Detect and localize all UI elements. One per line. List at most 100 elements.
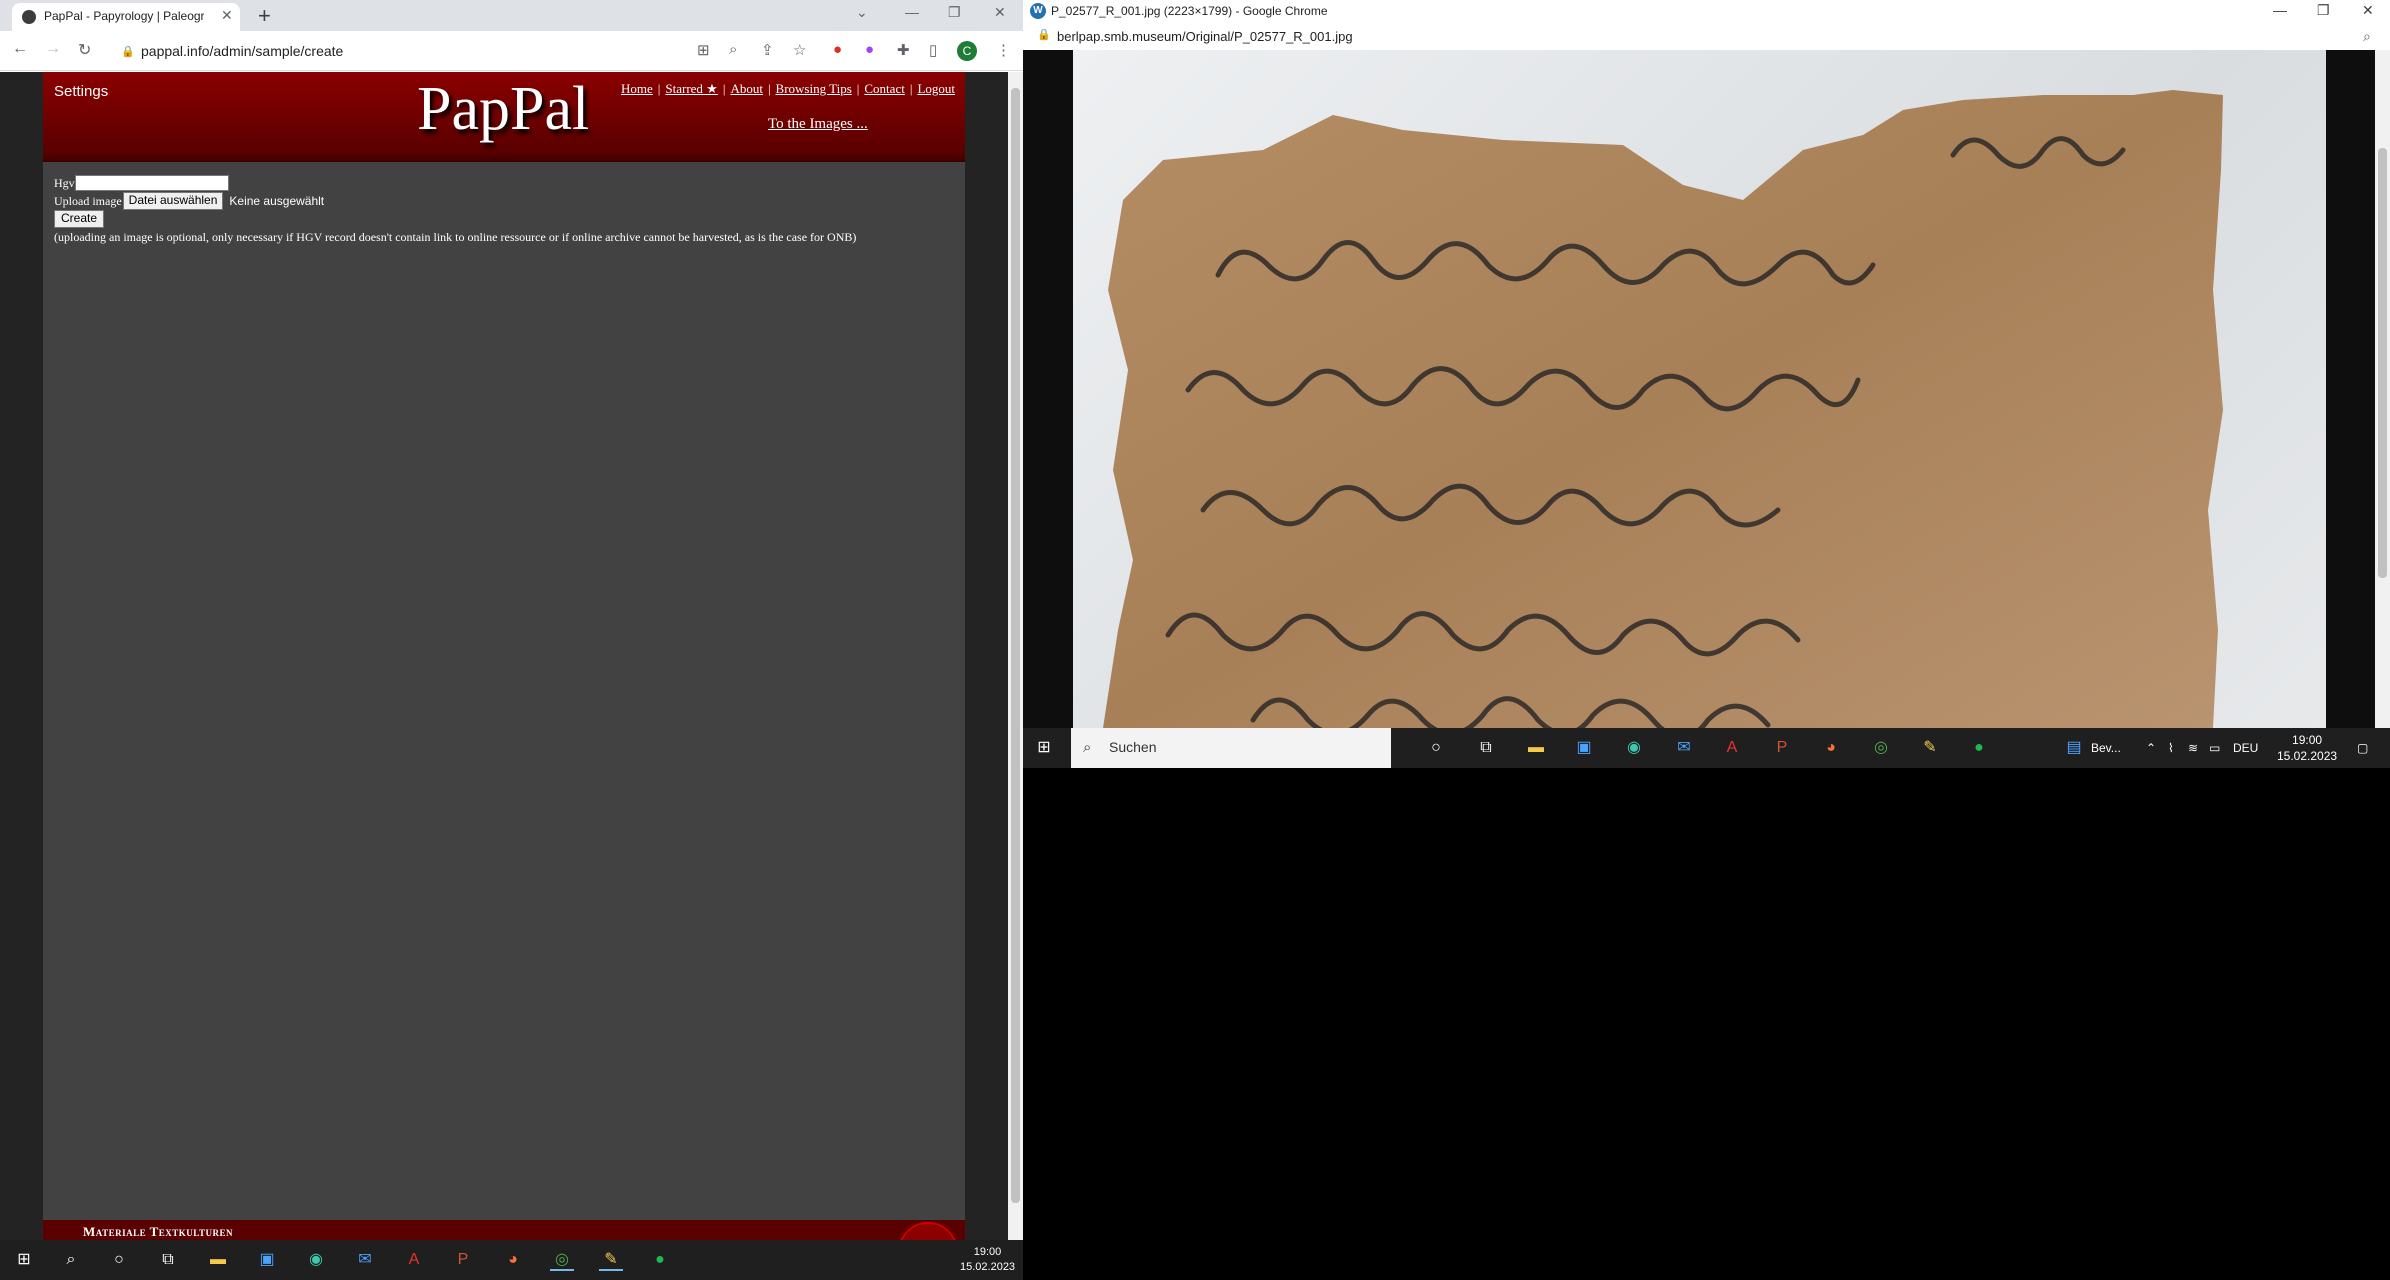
notification-icon[interactable]: ▢ — [2357, 741, 2368, 755]
spotify-icon[interactable]: ● — [648, 1249, 672, 1271]
settings-link[interactable]: Settings — [54, 83, 108, 100]
to-images-link[interactable]: To the Images ... — [768, 116, 868, 133]
minimize-icon[interactable]: — — [905, 4, 919, 20]
translate-icon[interactable]: ⊞ — [697, 41, 710, 59]
scrollbar-thumb[interactable] — [1011, 88, 1020, 1203]
nav-separator: | — [767, 81, 771, 96]
cortana-icon[interactable]: ○ — [1425, 737, 1447, 759]
tab-search-icon[interactable]: ⌄ — [856, 4, 868, 21]
task-view-icon[interactable]: ⧉ — [156, 1249, 180, 1271]
acrobat-icon[interactable]: A — [1721, 737, 1743, 759]
nav-separator: | — [722, 81, 726, 96]
nav-separator: | — [909, 81, 913, 96]
tab-title: PapPal - Papyrology | Paleograph — [44, 9, 204, 23]
extensions-puzzle-icon[interactable]: ✚ — [897, 41, 910, 59]
hgv-input[interactable] — [74, 175, 229, 191]
page-scrollbar[interactable] — [1008, 72, 1023, 1240]
tab-pappal[interactable]: PapPal - Papyrology | Paleograph ✕ — [12, 3, 240, 31]
embedded-taskbar: ⊞ ⌕ Suchen ○ ⧉ ▬ ▣ ◉ ✉ A P ◕ ◎ ✎ ● ▤ Bev… — [1023, 728, 2390, 768]
windows-start-icon[interactable]: ⊞ — [1033, 737, 1055, 759]
nav-about[interactable]: About — [730, 81, 763, 96]
file-explorer-icon[interactable]: ▬ — [206, 1249, 230, 1271]
forward-icon[interactable]: → — [45, 40, 61, 58]
pinned-app-label[interactable]: Bev... — [2091, 741, 2121, 755]
pappal-logo[interactable]: PapPal — [417, 74, 589, 145]
mail-icon[interactable]: ✉ — [353, 1249, 377, 1271]
document-icon[interactable]: ▤ — [2063, 737, 2085, 759]
page-viewport: Settings PapPal Home | Starred ★ | About | Bro… — [0, 72, 1008, 1240]
share-icon[interactable]: ⇪ — [761, 41, 774, 59]
nav-home[interactable]: Home — [621, 81, 653, 96]
store-icon[interactable]: ▣ — [255, 1249, 279, 1271]
footer-badge-icon — [898, 1222, 958, 1240]
menu-kebab-icon[interactable]: ⋮ — [996, 41, 1011, 59]
restore-icon[interactable]: ❐ — [948, 4, 961, 21]
mail-icon[interactable]: ✉ — [1673, 737, 1695, 759]
tray-chevron-icon[interactable]: ⌃ — [2146, 741, 2156, 755]
lock-icon[interactable]: 🔒 — [1037, 28, 1051, 41]
left-browser-window: PapPal - Papyrology | Paleograph ✕ + ⌄ —… — [0, 0, 1023, 1240]
file-explorer-icon[interactable]: ▬ — [1525, 737, 1547, 759]
restore-icon[interactable]: ❐ — [2317, 2, 2330, 19]
edge-icon[interactable]: ◉ — [1623, 737, 1645, 759]
close-tab-icon[interactable]: ✕ — [221, 7, 233, 24]
minimize-icon[interactable]: — — [2273, 2, 2287, 18]
cortana-icon[interactable]: ○ — [107, 1249, 131, 1271]
wifi-icon[interactable]: ≋ — [2188, 741, 2198, 755]
notes-icon[interactable]: ✎ — [599, 1249, 623, 1271]
windows-start-icon[interactable]: ⊞ — [12, 1249, 36, 1271]
sidebar-icon[interactable]: ▯ — [929, 41, 937, 59]
wordpress-favicon-icon: W — [1030, 3, 1046, 19]
reload-icon[interactable]: ↻ — [78, 40, 91, 60]
zoom-icon[interactable]: ⌕ — [729, 41, 737, 58]
zoom-icon[interactable]: ⌕ — [2363, 28, 2371, 45]
image-scrollbar[interactable] — [2375, 50, 2390, 728]
notes-icon[interactable]: ✎ — [1919, 737, 1941, 759]
taskbar-search[interactable]: ⌕ Suchen — [1071, 728, 1391, 768]
lock-icon[interactable]: 🔒 — [121, 45, 135, 58]
upload-note: (uploading an image is optional, only ne… — [54, 230, 857, 244]
spotify-icon[interactable]: ● — [1968, 737, 1990, 759]
extension-purple-icon[interactable]: ● — [865, 41, 874, 58]
powerpoint-icon[interactable]: P — [451, 1249, 475, 1271]
chrome-icon[interactable]: ◎ — [550, 1249, 574, 1271]
nav-logout[interactable]: Logout — [917, 81, 955, 96]
tab-strip: PapPal - Papyrology | Paleograph ✕ + ⌄ —… — [0, 0, 1023, 31]
close-window-icon[interactable]: ✕ — [994, 4, 1006, 21]
nav-contact[interactable]: Contact — [864, 81, 904, 96]
back-icon[interactable]: ← — [12, 40, 28, 58]
extension-red-icon[interactable]: ● — [833, 41, 842, 58]
language-indicator[interactable]: DEU — [2233, 741, 2258, 755]
papyrus-image[interactable] — [1103, 90, 2233, 728]
firefox-icon[interactable]: ◕ — [1820, 737, 1842, 759]
taskbar-clock[interactable]: 19:00 15.02.2023 — [960, 1245, 1015, 1275]
edge-icon[interactable]: ◉ — [304, 1249, 328, 1271]
profile-avatar[interactable]: C — [957, 41, 977, 61]
main-nav: Home | Starred ★ | About | Browsing Tips | Conta… — [621, 81, 955, 97]
acrobat-icon[interactable]: A — [402, 1249, 426, 1271]
search-placeholder: Suchen — [1109, 739, 1157, 755]
network-icon[interactable]: ⌇ — [2168, 741, 2174, 755]
firefox-icon[interactable]: ◕ — [501, 1249, 525, 1271]
image-url[interactable]: berlpap.smb.museum/Original/P_02577_R_00… — [1057, 29, 1353, 44]
nav-separator: | — [657, 81, 661, 96]
task-view-icon[interactable]: ⧉ — [1475, 737, 1497, 759]
hgv-label: Hgv — [54, 175, 75, 190]
new-tab-icon[interactable]: + — [258, 3, 271, 29]
battery-icon[interactable]: ▭ — [2209, 741, 2220, 755]
scrollbar-thumb[interactable] — [2378, 148, 2387, 578]
window-titlebar: W P_02577_R_001.jpg (2223×1799) - Google… — [1023, 0, 2390, 24]
create-button[interactable]: Create — [54, 210, 105, 228]
taskbar-clock[interactable]: 19:00 15.02.2023 — [2277, 732, 2337, 764]
chrome-icon[interactable]: ◎ — [1870, 737, 1892, 759]
address-bar[interactable]: pappal.info/admin/sample/create — [141, 43, 343, 59]
nav-browsing-tips[interactable]: Browsing Tips — [776, 81, 852, 96]
browser-toolbar: ← → ↻ 🔒 pappal.info/admin/sample/create … — [0, 31, 1023, 71]
powerpoint-icon[interactable]: P — [1771, 737, 1793, 759]
choose-file-button[interactable]: Datei auswählen — [122, 192, 224, 210]
bookmark-star-icon[interactable]: ☆ — [793, 41, 806, 59]
store-icon[interactable]: ▣ — [1573, 737, 1595, 759]
search-icon[interactable]: ⌕ — [59, 1249, 83, 1271]
nav-starred[interactable]: Starred ★ — [665, 81, 717, 96]
close-window-icon[interactable]: ✕ — [2362, 2, 2374, 19]
